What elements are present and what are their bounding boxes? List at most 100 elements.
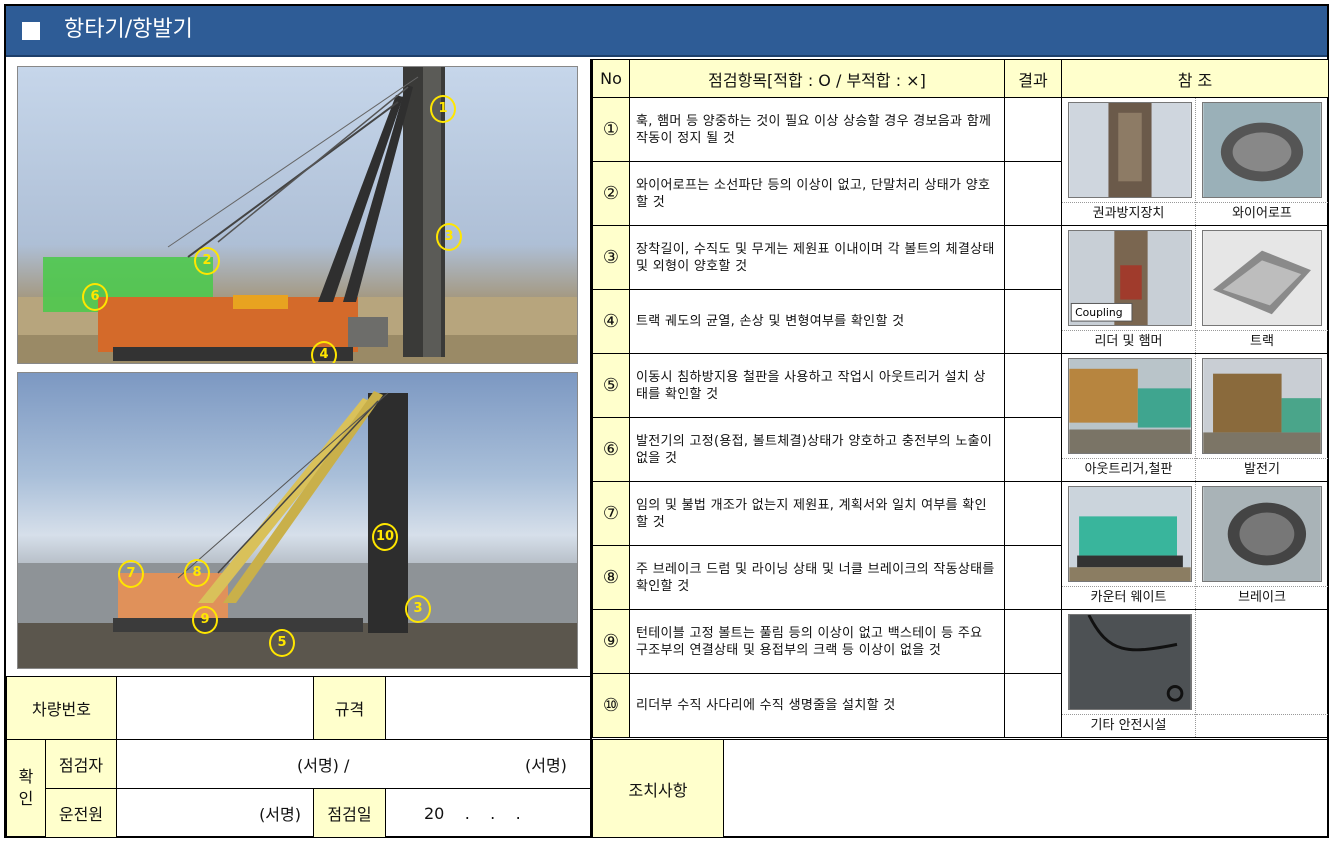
result-cell[interactable] bbox=[1004, 545, 1062, 610]
check-item-text: 이동시 침하방지용 철판을 사용하고 작업시 아웃트리거 설치 상태를 확인할 … bbox=[629, 353, 1005, 418]
check-item-text: 트랙 궤도의 균열, 손상 및 변형여부를 확인할 것 bbox=[629, 289, 1005, 354]
coupling-label: Coupling bbox=[1075, 306, 1122, 319]
driver-sign-field[interactable]: (서명) bbox=[116, 788, 314, 838]
result-cell[interactable] bbox=[1004, 417, 1062, 482]
reference-cell: 기타 안전시설 bbox=[1061, 609, 1329, 738]
row-number: ⑦ bbox=[592, 481, 630, 546]
ref-caption: 와이어로프 bbox=[1196, 202, 1328, 224]
photo-marker: 6 bbox=[82, 283, 108, 311]
row-number: ② bbox=[592, 161, 630, 226]
result-cell[interactable] bbox=[1004, 225, 1062, 290]
ref-caption: 권과방지장치 bbox=[1062, 202, 1195, 224]
check-item-text: 임의 및 불법 개조가 없는지 제원표, 계획서와 일치 여부를 확인할 것 bbox=[629, 481, 1005, 546]
row-number: ⑨ bbox=[592, 609, 630, 674]
reference-cell: 아웃트리거,철판 발전기 bbox=[1061, 353, 1329, 482]
brake-photo bbox=[1202, 486, 1322, 582]
header-square-icon bbox=[22, 22, 40, 40]
row-number: ⑧ bbox=[592, 545, 630, 610]
photo-marker: 3 bbox=[405, 595, 431, 623]
inspect-date-field[interactable]: 20 . . . bbox=[385, 788, 591, 838]
ref-caption: 발전기 bbox=[1196, 458, 1328, 480]
confirm-label: 확 인 bbox=[6, 739, 46, 837]
ref-caption: 트랙 bbox=[1196, 330, 1328, 352]
ref-caption: 브레이크 bbox=[1196, 586, 1328, 608]
leader-hammer-photo: Coupling bbox=[1068, 230, 1192, 326]
result-cell[interactable] bbox=[1004, 481, 1062, 546]
photo-marker: 8 bbox=[184, 559, 210, 587]
driver-label: 운전원 bbox=[45, 788, 117, 838]
inspector-sign-field[interactable]: (서명) / (서명) bbox=[116, 739, 591, 789]
action-label: 조치사항 bbox=[592, 739, 724, 838]
row-number: ④ bbox=[592, 289, 630, 354]
vehicle-number-field[interactable] bbox=[116, 676, 314, 740]
inspector-sign-text-2: (서명) bbox=[525, 756, 567, 775]
table-row: ① 훅, 햄머 등 양중하는 것이 필요 이상 상승할 경우 경보음과 함께 작… bbox=[592, 97, 1329, 226]
result-cell[interactable] bbox=[1004, 289, 1062, 354]
counterweight-photo bbox=[1068, 486, 1192, 582]
photo-marker: 3 bbox=[436, 223, 462, 251]
result-cell[interactable] bbox=[1004, 609, 1062, 674]
spec-field[interactable] bbox=[385, 676, 591, 740]
check-item-text: 주 브레이크 드럼 및 라이닝 상태 및 너클 브레이크의 작동상태를 확인할 … bbox=[629, 545, 1005, 610]
ref-caption: 아웃트리거,철판 bbox=[1062, 458, 1195, 480]
table-header-row: No 점검항목[적합 : O / 부적합 : ×] 결과 참 조 bbox=[592, 59, 1329, 98]
col-header-no: No bbox=[592, 59, 630, 98]
inspector-label: 점검자 bbox=[45, 739, 117, 789]
row-number: ⑩ bbox=[592, 673, 630, 738]
ref-caption bbox=[1196, 714, 1328, 736]
table-row: ⑨ 턴테이블 고정 볼트는 풀림 등의 이상이 없고 백스테이 등 주요 구조부… bbox=[592, 609, 1329, 738]
reference-cell: 카운터 웨이트 브레이크 bbox=[1061, 481, 1329, 610]
table-row: ⑦ 임의 및 불법 개조가 없는지 제원표, 계획서와 일치 여부를 확인할 것… bbox=[592, 481, 1329, 610]
other-safety-photo bbox=[1068, 614, 1192, 710]
page-title: 항타기/항발기 bbox=[64, 17, 193, 42]
vehicle-number-label: 차량번호 bbox=[6, 676, 117, 740]
photo-marker: 9 bbox=[192, 606, 218, 634]
col-header-result: 결과 bbox=[1004, 59, 1062, 98]
photo-marker: 2 bbox=[194, 247, 220, 275]
generator-photo bbox=[1202, 358, 1322, 454]
result-cell[interactable] bbox=[1004, 353, 1062, 418]
wire-rope-photo bbox=[1202, 102, 1322, 198]
result-cell[interactable] bbox=[1004, 161, 1062, 226]
track-photo bbox=[1202, 230, 1322, 326]
col-header-item: 점검항목[적합 : O / 부적합 : ×] bbox=[629, 59, 1005, 98]
action-field[interactable] bbox=[723, 739, 1329, 838]
outrigger-plate-photo bbox=[1068, 358, 1192, 454]
check-item-text: 턴테이블 고정 볼트는 풀림 등의 이상이 없고 백스테이 등 주요 구조부의 … bbox=[629, 609, 1005, 674]
photo-marker: 4 bbox=[311, 341, 337, 363]
ref-caption: 리더 및 햄머 bbox=[1062, 330, 1195, 352]
pile-driver-photo-bottom: 7 8 9 10 3 5 bbox=[17, 372, 578, 669]
check-item-text: 훅, 햄머 등 양중하는 것이 필요 이상 상승할 경우 경보음과 함께 작동이… bbox=[629, 97, 1005, 162]
check-item-text: 장착길이, 수직도 및 무게는 제원표 이내이며 각 볼트의 체결상태 및 외형… bbox=[629, 225, 1005, 290]
row-number: ⑤ bbox=[592, 353, 630, 418]
result-cell[interactable] bbox=[1004, 97, 1062, 162]
photo-marker: 5 bbox=[269, 629, 295, 657]
check-item-text: 와이어로프는 소선파단 등의 이상이 없고, 단말처리 상태가 양호할 것 bbox=[629, 161, 1005, 226]
ref-caption: 카운터 웨이트 bbox=[1062, 586, 1195, 608]
result-cell[interactable] bbox=[1004, 673, 1062, 738]
inspect-date-label: 점검일 bbox=[313, 788, 386, 838]
check-item-text: 발전기의 고정(용접, 볼트체결)상태가 양호하고 충전부의 노출이 없을 것 bbox=[629, 417, 1005, 482]
row-number: ⑥ bbox=[592, 417, 630, 482]
row-number: ③ bbox=[592, 225, 630, 290]
row-number: ① bbox=[592, 97, 630, 162]
page-header: 항타기/항발기 bbox=[6, 6, 1327, 57]
spec-label: 규격 bbox=[313, 676, 386, 740]
photo-marker: 7 bbox=[118, 560, 144, 588]
photo-marker: 10 bbox=[372, 523, 398, 551]
overwind-device-photo bbox=[1068, 102, 1192, 198]
driver-sign-text: (서명) bbox=[259, 805, 301, 824]
check-item-text: 리더부 수직 사다리에 수직 생명줄을 설치할 것 bbox=[629, 673, 1005, 738]
pile-driver-photo-top: 1 2 3 4 6 bbox=[17, 66, 578, 364]
photo-marker: 1 bbox=[430, 95, 456, 123]
pile-driver-illustration-bottom bbox=[18, 391, 577, 668]
table-row: ③ 장착길이, 수직도 및 무게는 제원표 이내이며 각 볼트의 체결상태 및 … bbox=[592, 225, 1329, 354]
inspector-sign-text: (서명) / bbox=[297, 756, 350, 775]
checklist-table: No 점검항목[적합 : O / 부적합 : ×] 결과 참 조 ① 훅, 햄머… bbox=[592, 59, 1329, 738]
col-header-ref: 참 조 bbox=[1061, 59, 1329, 98]
reference-cell: 권과방지장치 와이어로프 bbox=[1061, 97, 1329, 226]
table-row: ⑤ 이동시 침하방지용 철판을 사용하고 작업시 아웃트리거 설치 상태를 확인… bbox=[592, 353, 1329, 482]
ref-caption: 기타 안전시설 bbox=[1062, 714, 1195, 736]
pile-driver-illustration-top bbox=[18, 67, 577, 363]
reference-cell: Coupling 리더 및 햄머 트랙 bbox=[1061, 225, 1329, 354]
